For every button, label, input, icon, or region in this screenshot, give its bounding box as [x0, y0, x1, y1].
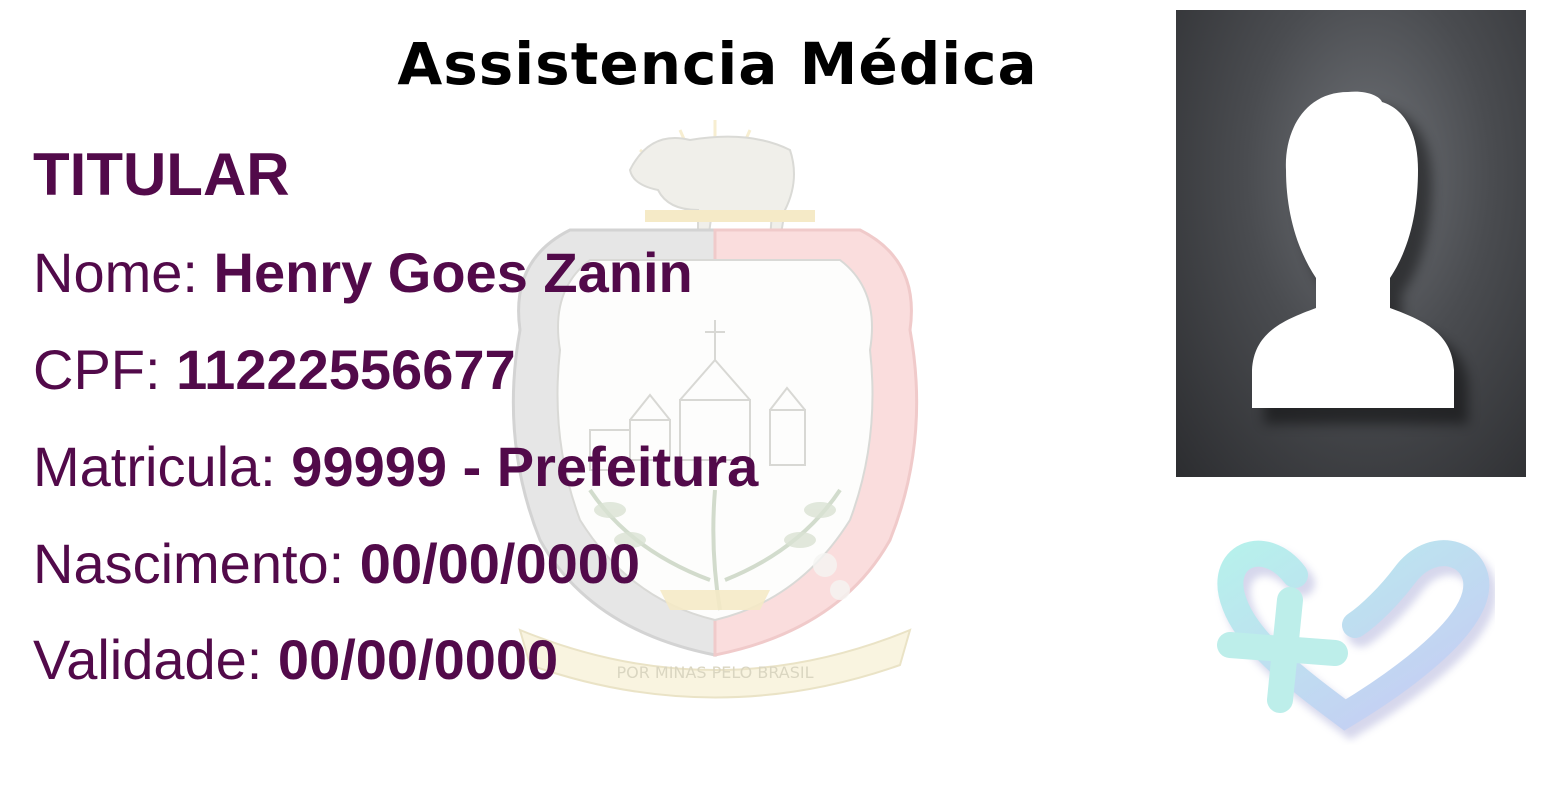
cpf-row: CPF: 11222556677: [33, 337, 516, 402]
cpf-value: 11222556677: [176, 338, 516, 401]
validity-value: 00/00/0000: [277, 628, 559, 691]
validity-row: Validade: 00/00/0000: [33, 627, 558, 692]
section-heading: TITULAR: [33, 141, 290, 208]
birthdate-label: Nascimento:: [33, 532, 345, 595]
name-row: Nome: Henry Goes Zanin: [33, 240, 693, 305]
profile-photo: [1176, 10, 1526, 477]
person-silhouette-icon: [1252, 91, 1468, 424]
registration-value: 99999 - Prefeitura: [291, 435, 759, 498]
birthdate-row: Nascimento: 00/00/0000: [33, 531, 640, 596]
birthdate-value: 00/00/0000: [359, 532, 641, 595]
heart-cross-logo-icon: [1217, 540, 1495, 740]
health-card: POR MINAS PELO BRASIL Assistencia Médica…: [0, 0, 1543, 807]
validity-label: Validade:: [33, 628, 263, 691]
registration-row: Matricula: 99999 - Prefeitura: [33, 434, 758, 499]
cpf-label: CPF:: [33, 338, 161, 401]
registration-label: Matricula:: [33, 435, 276, 498]
name-label: Nome:: [33, 241, 198, 304]
crest-motto: POR MINAS PELO BRASIL: [616, 663, 813, 682]
name-value: Henry Goes Zanin: [213, 241, 693, 304]
